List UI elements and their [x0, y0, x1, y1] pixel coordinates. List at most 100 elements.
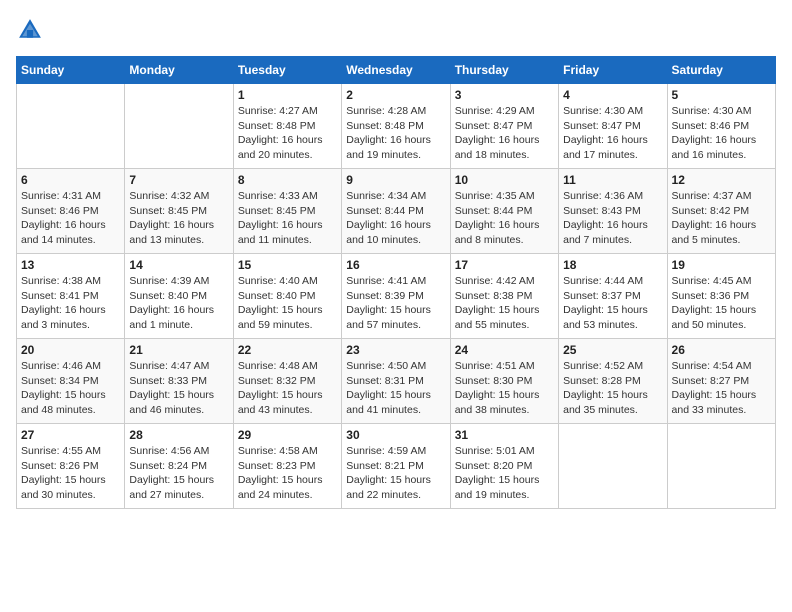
col-header-sunday: Sunday — [17, 57, 125, 84]
calendar-cell: 29 Sunrise: 4:58 AM Sunset: 8:23 PM Dayli… — [233, 424, 341, 509]
calendar-cell: 11Sunrise: 4:36 AM Sunset: 8:43 PM Dayli… — [559, 169, 667, 254]
day-number: 28 — [129, 428, 228, 442]
calendar-cell: 28 Sunrise: 4:56 AM Sunset: 8:24 PM Dayli… — [125, 424, 233, 509]
day-number: 17 — [455, 258, 554, 272]
day-number: 26 — [672, 343, 771, 357]
day-number: 24 — [455, 343, 554, 357]
day-number: 16 — [346, 258, 445, 272]
calendar-cell: 16 Sunrise: 4:41 AM Sunset: 8:39 PM Dayli… — [342, 254, 450, 339]
week-row-1: 1 Sunrise: 4:27 AM Sunset: 8:48 PM Daylig… — [17, 84, 776, 169]
day-number: 9 — [346, 173, 445, 187]
day-info: Sunrise: 4:35 AM Sunset: 8:44 PM Dayligh… — [455, 189, 554, 248]
calendar-cell — [17, 84, 125, 169]
calendar-table: SundayMondayTuesdayWednesdayThursdayFrid… — [16, 56, 776, 509]
day-info: Sunrise: 4:39 AM Sunset: 8:40 PM Dayligh… — [129, 274, 228, 333]
day-number: 18 — [563, 258, 662, 272]
day-number: 10 — [455, 173, 554, 187]
calendar-cell: 14 Sunrise: 4:39 AM Sunset: 8:40 PM Dayli… — [125, 254, 233, 339]
calendar-cell: 4 Sunrise: 4:30 AM Sunset: 8:47 PM Daylig… — [559, 84, 667, 169]
calendar-cell: 12 Sunrise: 4:37 AM Sunset: 8:42 PM Dayli… — [667, 169, 775, 254]
calendar-cell — [667, 424, 775, 509]
day-info: Sunrise: 4:42 AM Sunset: 8:38 PM Dayligh… — [455, 274, 554, 333]
day-info: Sunrise: 4:52 AM Sunset: 8:28 PM Dayligh… — [563, 359, 662, 418]
day-info: Sunrise: 4:36 AM Sunset: 8:43 PM Dayligh… — [563, 189, 662, 248]
day-info: Sunrise: 4:54 AM Sunset: 8:27 PM Dayligh… — [672, 359, 771, 418]
day-info: Sunrise: 4:48 AM Sunset: 8:32 PM Dayligh… — [238, 359, 337, 418]
day-number: 12 — [672, 173, 771, 187]
day-number: 22 — [238, 343, 337, 357]
day-number: 19 — [672, 258, 771, 272]
calendar-cell: 26 Sunrise: 4:54 AM Sunset: 8:27 PM Dayli… — [667, 339, 775, 424]
day-info: Sunrise: 5:01 AM Sunset: 8:20 PM Dayligh… — [455, 444, 554, 503]
day-info: Sunrise: 4:27 AM Sunset: 8:48 PM Dayligh… — [238, 104, 337, 163]
day-info: Sunrise: 4:51 AM Sunset: 8:30 PM Dayligh… — [455, 359, 554, 418]
day-number: 21 — [129, 343, 228, 357]
calendar-cell: 30Sunrise: 4:59 AM Sunset: 8:21 PM Dayli… — [342, 424, 450, 509]
day-info: Sunrise: 4:56 AM Sunset: 8:24 PM Dayligh… — [129, 444, 228, 503]
day-info: Sunrise: 4:59 AM Sunset: 8:21 PM Dayligh… — [346, 444, 445, 503]
calendar-cell: 21 Sunrise: 4:47 AM Sunset: 8:33 PM Dayli… — [125, 339, 233, 424]
day-info: Sunrise: 4:41 AM Sunset: 8:39 PM Dayligh… — [346, 274, 445, 333]
day-number: 8 — [238, 173, 337, 187]
day-info: Sunrise: 4:29 AM Sunset: 8:47 PM Dayligh… — [455, 104, 554, 163]
day-number: 3 — [455, 88, 554, 102]
day-info: Sunrise: 4:45 AM Sunset: 8:36 PM Dayligh… — [672, 274, 771, 333]
calendar-cell: 27Sunrise: 4:55 AM Sunset: 8:26 PM Dayli… — [17, 424, 125, 509]
calendar-cell: 19 Sunrise: 4:45 AM Sunset: 8:36 PM Dayli… — [667, 254, 775, 339]
col-header-saturday: Saturday — [667, 57, 775, 84]
week-row-2: 6Sunrise: 4:31 AM Sunset: 8:46 PM Daylig… — [17, 169, 776, 254]
day-info: Sunrise: 4:40 AM Sunset: 8:40 PM Dayligh… — [238, 274, 337, 333]
day-number: 6 — [21, 173, 120, 187]
week-row-3: 13Sunrise: 4:38 AM Sunset: 8:41 PM Dayli… — [17, 254, 776, 339]
day-info: Sunrise: 4:58 AM Sunset: 8:23 PM Dayligh… — [238, 444, 337, 503]
day-number: 23 — [346, 343, 445, 357]
calendar-cell: 3 Sunrise: 4:29 AM Sunset: 8:47 PM Daylig… — [450, 84, 558, 169]
calendar-cell: 18 Sunrise: 4:44 AM Sunset: 8:37 PM Dayli… — [559, 254, 667, 339]
col-header-monday: Monday — [125, 57, 233, 84]
col-header-friday: Friday — [559, 57, 667, 84]
header-row: SundayMondayTuesdayWednesdayThursdayFrid… — [17, 57, 776, 84]
day-number: 31 — [455, 428, 554, 442]
calendar-cell: 23 Sunrise: 4:50 AM Sunset: 8:31 PM Dayli… — [342, 339, 450, 424]
calendar-cell: 1 Sunrise: 4:27 AM Sunset: 8:48 PM Daylig… — [233, 84, 341, 169]
calendar-cell: 7Sunrise: 4:32 AM Sunset: 8:45 PM Daylig… — [125, 169, 233, 254]
day-info: Sunrise: 4:28 AM Sunset: 8:48 PM Dayligh… — [346, 104, 445, 163]
week-row-5: 27Sunrise: 4:55 AM Sunset: 8:26 PM Dayli… — [17, 424, 776, 509]
logo-icon — [16, 16, 44, 44]
calendar-cell: 13Sunrise: 4:38 AM Sunset: 8:41 PM Dayli… — [17, 254, 125, 339]
calendar-cell: 9Sunrise: 4:34 AM Sunset: 8:44 PM Daylig… — [342, 169, 450, 254]
day-info: Sunrise: 4:33 AM Sunset: 8:45 PM Dayligh… — [238, 189, 337, 248]
calendar-cell: 22 Sunrise: 4:48 AM Sunset: 8:32 PM Dayli… — [233, 339, 341, 424]
calendar-cell — [559, 424, 667, 509]
calendar-cell: 31 Sunrise: 5:01 AM Sunset: 8:20 PM Dayli… — [450, 424, 558, 509]
calendar-cell: 6Sunrise: 4:31 AM Sunset: 8:46 PM Daylig… — [17, 169, 125, 254]
col-header-tuesday: Tuesday — [233, 57, 341, 84]
day-number: 2 — [346, 88, 445, 102]
day-info: Sunrise: 4:32 AM Sunset: 8:45 PM Dayligh… — [129, 189, 228, 248]
day-number: 13 — [21, 258, 120, 272]
col-header-wednesday: Wednesday — [342, 57, 450, 84]
calendar-cell: 10 Sunrise: 4:35 AM Sunset: 8:44 PM Dayli… — [450, 169, 558, 254]
day-number: 5 — [672, 88, 771, 102]
day-number: 1 — [238, 88, 337, 102]
day-info: Sunrise: 4:37 AM Sunset: 8:42 PM Dayligh… — [672, 189, 771, 248]
day-number: 15 — [238, 258, 337, 272]
day-number: 29 — [238, 428, 337, 442]
calendar-cell: 24 Sunrise: 4:51 AM Sunset: 8:30 PM Dayli… — [450, 339, 558, 424]
calendar-cell: 5Sunrise: 4:30 AM Sunset: 8:46 PM Daylig… — [667, 84, 775, 169]
day-number: 4 — [563, 88, 662, 102]
calendar-cell: 17 Sunrise: 4:42 AM Sunset: 8:38 PM Dayli… — [450, 254, 558, 339]
day-info: Sunrise: 4:47 AM Sunset: 8:33 PM Dayligh… — [129, 359, 228, 418]
day-info: Sunrise: 4:50 AM Sunset: 8:31 PM Dayligh… — [346, 359, 445, 418]
day-info: Sunrise: 4:30 AM Sunset: 8:47 PM Dayligh… — [563, 104, 662, 163]
calendar-cell: 15 Sunrise: 4:40 AM Sunset: 8:40 PM Dayli… — [233, 254, 341, 339]
calendar-cell: 25 Sunrise: 4:52 AM Sunset: 8:28 PM Dayli… — [559, 339, 667, 424]
calendar-cell: 8 Sunrise: 4:33 AM Sunset: 8:45 PM Daylig… — [233, 169, 341, 254]
day-number: 20 — [21, 343, 120, 357]
day-number: 14 — [129, 258, 228, 272]
calendar-cell: 2 Sunrise: 4:28 AM Sunset: 8:48 PM Daylig… — [342, 84, 450, 169]
day-number: 25 — [563, 343, 662, 357]
logo — [16, 16, 48, 44]
calendar-cell — [125, 84, 233, 169]
day-info: Sunrise: 4:44 AM Sunset: 8:37 PM Dayligh… — [563, 274, 662, 333]
